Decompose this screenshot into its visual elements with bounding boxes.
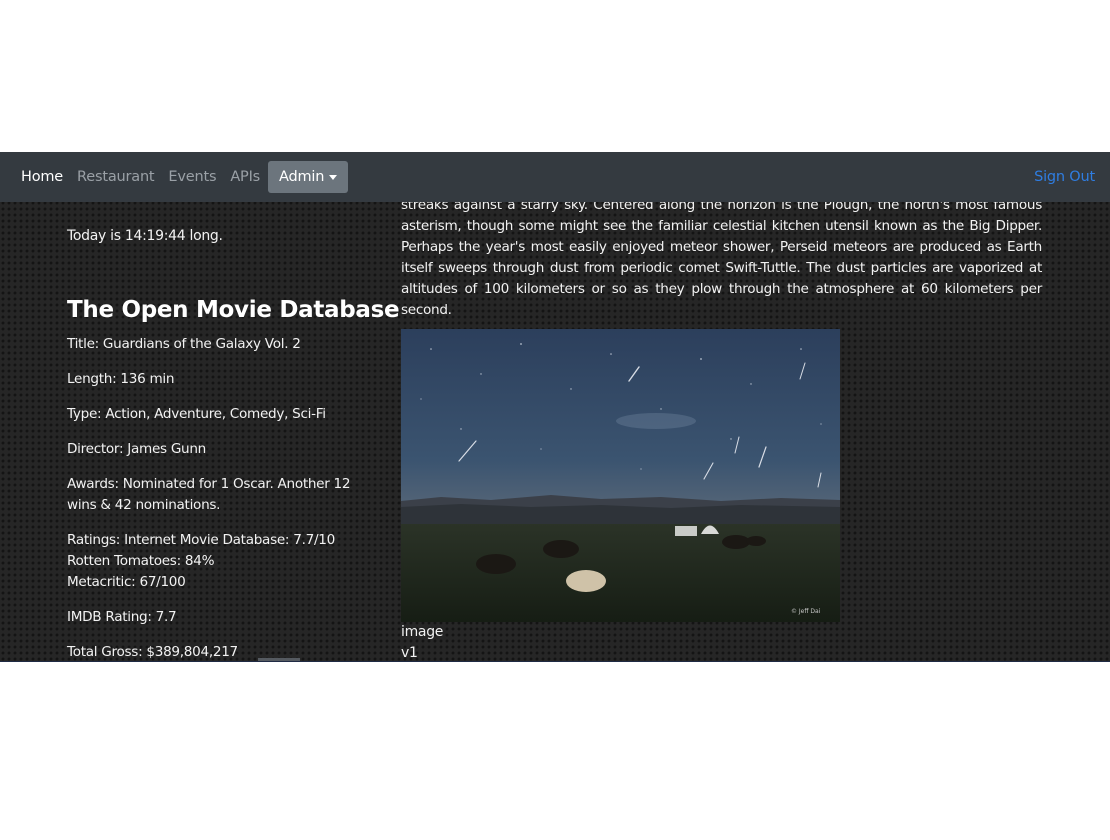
- meteor-shower-image: © Jeff Dai: [401, 329, 840, 622]
- admin-dropdown-label: Admin: [279, 169, 325, 185]
- nav-apis-link[interactable]: APIs: [230, 152, 260, 202]
- page-viewport: Home Restaurant Events APIs Admin Sign O…: [0, 152, 1110, 662]
- rating-imdb: Ratings: Internet Movie Database: 7.7/10: [67, 532, 335, 548]
- current-time-text: Today is 14:19:44 long.: [67, 228, 223, 244]
- movie-type: Type: Action, Adventure, Comedy, Sci-Fi: [67, 406, 326, 422]
- movie-length: Length: 136 min: [67, 371, 175, 387]
- horizontal-scrollbar-thumb[interactable]: [258, 658, 300, 661]
- rating-rotten-tomatoes: Rotten Tomatoes: 84%: [67, 553, 215, 569]
- movie-awards: Awards: Nominated for 1 Oscar. Another 1…: [67, 476, 351, 513]
- movie-total-gross: Total Gross: $389,804,217: [67, 644, 238, 660]
- sign-out-link[interactable]: Sign Out: [1034, 152, 1095, 202]
- apod-photo: © Jeff Dai: [401, 329, 840, 622]
- movie-director: Director: James Gunn: [67, 441, 206, 457]
- photo-watermark: © Jeff Dai: [791, 608, 821, 615]
- apod-explanation: streaks against a starry sky. Centered a…: [401, 197, 1042, 318]
- rating-metacritic: Metacritic: 67/100: [67, 574, 186, 590]
- service-version-label: v1: [401, 645, 418, 661]
- omdb-heading: The Open Movie Database: [67, 297, 400, 323]
- media-type-label: image: [401, 624, 444, 640]
- nav-home-link[interactable]: Home: [21, 152, 63, 202]
- movie-imdb-rating: IMDB Rating: 7.7: [67, 609, 177, 625]
- chevron-down-icon: [329, 174, 338, 180]
- movie-ratings: Ratings: Internet Movie Database: 7.7/10…: [67, 530, 382, 593]
- right-column: streaks against a starry sky. Centered a…: [401, 197, 1042, 661]
- movie-title: Title: Guardians of the Galaxy Vol. 2: [67, 336, 301, 352]
- top-navbar: Home Restaurant Events APIs Admin Sign O…: [0, 152, 1110, 202]
- omdb-movie-details: Title: Guardians of the Galaxy Vol. 2 Le…: [67, 334, 382, 661]
- nav-restaurant-link[interactable]: Restaurant: [77, 152, 155, 202]
- admin-dropdown-button[interactable]: Admin: [268, 161, 349, 193]
- nav-events-link[interactable]: Events: [168, 152, 216, 202]
